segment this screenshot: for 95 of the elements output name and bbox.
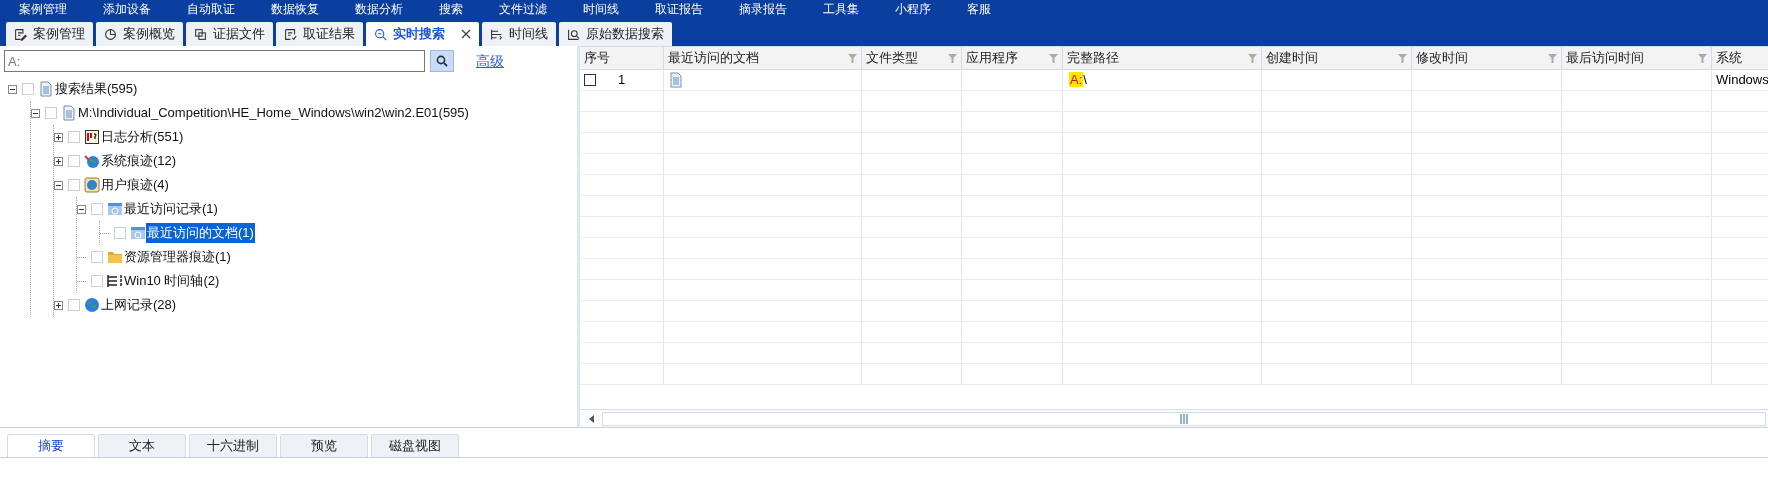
document-icon	[668, 72, 684, 88]
column-header[interactable]: 最近访问的文档	[664, 47, 862, 69]
tab[interactable]: 预览	[280, 434, 368, 457]
search-icon	[436, 55, 448, 67]
filter-icon[interactable]	[1398, 53, 1407, 63]
column-header[interactable]: 系统	[1712, 47, 1768, 69]
folder-icon	[107, 249, 123, 265]
tree-item[interactable]: 用户痕迹(4)	[100, 175, 170, 195]
menu-item[interactable]: 添加设备	[103, 3, 151, 15]
menu-item[interactable]: 小程序	[895, 3, 931, 15]
column-header[interactable]: 序号	[580, 47, 664, 69]
tab[interactable]: 案例管理	[6, 22, 93, 46]
tab-label: 案例管理	[33, 25, 85, 44]
timeline-icon	[490, 27, 503, 41]
tab[interactable]: 文本	[98, 434, 186, 457]
tab-label: 取证结果	[303, 25, 355, 44]
menu-item[interactable]: 取证报告	[655, 3, 703, 15]
menu-item[interactable]: 客服	[967, 3, 991, 15]
grip-icon	[1180, 413, 1188, 424]
tree-item[interactable]: 最近访问记录(1)	[123, 199, 219, 219]
filter-icon[interactable]	[948, 53, 957, 63]
expand-toggle[interactable]	[54, 156, 63, 166]
expand-toggle[interactable]	[54, 300, 63, 310]
globe-icon	[84, 177, 100, 193]
tab[interactable]: 原始数据搜索	[559, 22, 672, 46]
column-header[interactable]: 最后访问时间	[1562, 47, 1712, 69]
tab[interactable]: 摘要	[7, 434, 95, 457]
tab-label: 实时搜索	[393, 25, 445, 44]
menu-item[interactable]: 自动取证	[187, 3, 235, 15]
search-field[interactable]: A:	[4, 50, 425, 72]
column-header[interactable]: 创建时间	[1262, 47, 1412, 69]
collapse-toggle[interactable]	[31, 108, 40, 118]
menu-item[interactable]: 摘录报告	[739, 3, 787, 15]
collapse-toggle[interactable]	[8, 84, 17, 94]
menu-item[interactable]: 时间线	[583, 3, 619, 15]
globe-icon	[84, 153, 100, 169]
table-cell-text: 1	[618, 71, 626, 90]
expand-toggle[interactable]	[54, 132, 63, 142]
filter-icon[interactable]	[1548, 53, 1557, 63]
clock-folder-icon	[107, 201, 123, 217]
tab[interactable]: 实时搜索	[366, 22, 479, 46]
tab[interactable]: 磁盘视图	[371, 434, 459, 457]
tab[interactable]: 时间线	[482, 22, 556, 46]
list-icon	[284, 27, 297, 41]
tree-item[interactable]: M:\Individual_Competition\HE_Home_Windows\win2\win2.E01(595)	[77, 103, 470, 123]
tab-label: 原始数据搜索	[586, 25, 664, 44]
advanced-link[interactable]: 高级	[476, 50, 504, 72]
tree-item[interactable]: 日志分析(551)	[100, 127, 185, 147]
horizontal-scrollbar[interactable]	[580, 409, 1768, 427]
menu-item[interactable]: 数据分析	[355, 3, 403, 15]
tab-label: 案例概览	[123, 25, 175, 44]
close-icon[interactable]	[461, 29, 471, 39]
timeline-icon	[107, 273, 123, 289]
tree-item[interactable]: 资源管理器痕迹(1)	[123, 247, 232, 267]
tab[interactable]: 证据文件	[186, 22, 273, 46]
tree-item[interactable]: 系统痕迹(12)	[100, 151, 178, 171]
tab[interactable]: 取证结果	[276, 22, 363, 46]
clock-folder-icon	[130, 225, 146, 241]
tab[interactable]: 案例概览	[96, 22, 183, 46]
search-button[interactable]	[430, 50, 454, 72]
table-cell-text: A:\	[1069, 71, 1087, 90]
filter-icon[interactable]	[1049, 53, 1058, 63]
collapse-toggle[interactable]	[54, 180, 63, 190]
tab-label: 时间线	[509, 25, 548, 44]
search-icon	[567, 27, 580, 41]
menu-item[interactable]: 文件过滤	[499, 3, 547, 15]
column-header[interactable]: 应用程序	[962, 47, 1063, 69]
menu-item[interactable]: 数据恢复	[271, 3, 319, 15]
column-header[interactable]: 完整路径	[1063, 47, 1262, 69]
collapse-toggle[interactable]	[77, 204, 86, 214]
table-cell-text: Windows	[1716, 71, 1768, 90]
column-header[interactable]: 文件类型	[862, 47, 962, 69]
globe-icon	[84, 297, 100, 313]
tree-item[interactable]: Win10 时间轴(2)	[123, 271, 221, 291]
filter-icon[interactable]	[1698, 53, 1707, 63]
tab[interactable]: 十六进制	[189, 434, 277, 457]
tree-item[interactable]: 搜索结果(595)	[54, 79, 139, 99]
checkbox[interactable]	[584, 74, 596, 86]
tab-label: 证据文件	[213, 25, 265, 44]
filter-icon[interactable]	[1248, 53, 1257, 63]
copy-icon	[194, 27, 207, 41]
document-icon	[61, 105, 77, 121]
tree-item[interactable]: 最近访问的文档(1)	[146, 223, 255, 243]
filter-icon[interactable]	[848, 53, 857, 63]
pie-chart-icon	[104, 27, 117, 41]
menu-item[interactable]: 搜索	[439, 3, 463, 15]
column-header[interactable]: 修改时间	[1412, 47, 1562, 69]
tree-item[interactable]: 上网记录(28)	[100, 295, 178, 315]
document-icon	[38, 81, 54, 97]
log-icon	[84, 129, 100, 145]
edit-icon	[14, 27, 27, 41]
scroll-thumb[interactable]	[602, 411, 1766, 426]
search-icon	[374, 27, 387, 41]
menu-item[interactable]: 案例管理	[19, 3, 67, 15]
menu-item[interactable]: 工具集	[823, 3, 859, 15]
